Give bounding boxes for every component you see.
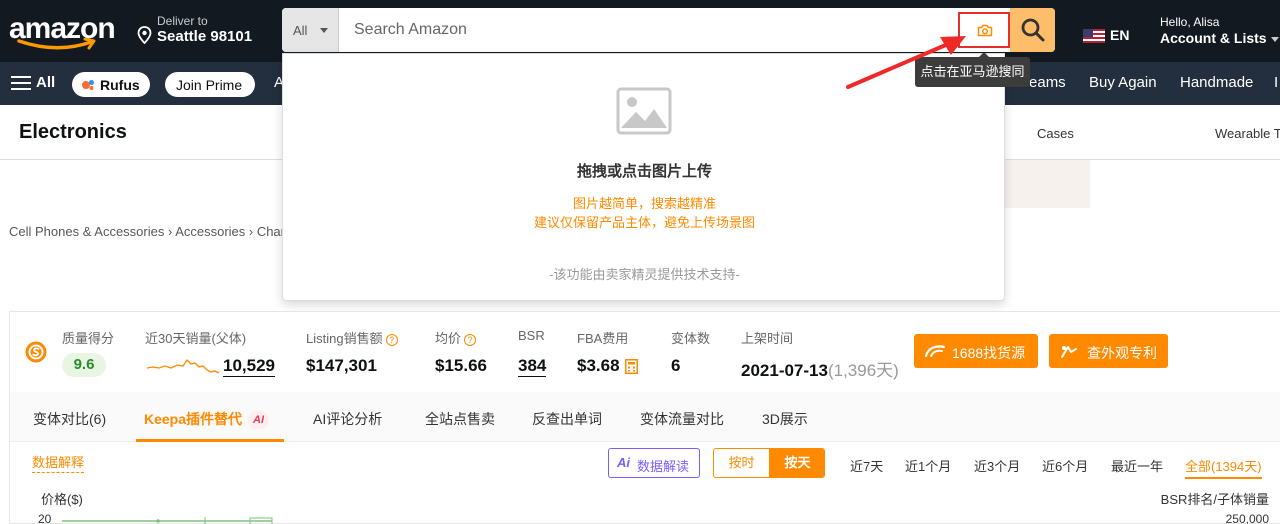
- search-bar: All: [282, 8, 1055, 52]
- rufus-button[interactable]: Rufus: [72, 72, 150, 97]
- camera-tooltip: 点击在亚马逊搜同款: [915, 52, 1030, 109]
- ad-banner: [1005, 160, 1090, 208]
- keepa-chart-peek: [62, 517, 273, 524]
- nav-item-partial-end[interactable]: I: [1274, 74, 1278, 91]
- search-icon: [1021, 18, 1045, 42]
- category-link-wearable[interactable]: Wearable T: [1215, 126, 1280, 141]
- caret-down-icon: [320, 28, 328, 33]
- image-upload-icon[interactable]: [616, 87, 672, 135]
- upload-title: 拖拽或点击图片上传: [576, 163, 712, 180]
- language-label: EN: [1110, 27, 1130, 43]
- join-prime-label: Join Prime: [176, 77, 243, 93]
- upload-credit: -该功能由卖家精灵提供技术支持-: [549, 267, 740, 282]
- account-lists: Account & Lists: [1160, 30, 1279, 46]
- search-input[interactable]: [340, 8, 940, 52]
- account-greeting: Hello, Alisa: [1160, 15, 1220, 29]
- rufus-icon: [82, 80, 94, 90]
- upload-hint-2: 建议仅保留产品主体，避免上传场景图: [533, 215, 755, 230]
- us-flag-icon: [1083, 29, 1105, 43]
- hamburger-icon: [11, 76, 31, 91]
- seller-stats-panel: 质量得分 9.6 近30天销量(父体) 10,529 Listing销售额? $…: [9, 311, 1280, 524]
- deliver-location: Seattle 98101: [157, 28, 253, 45]
- nav-item-buy-again[interactable]: Buy Again: [1089, 74, 1157, 91]
- account-menu[interactable]: Hello, Alisa Account & Lists: [1160, 15, 1279, 46]
- category-link-cases[interactable]: Cases: [1037, 126, 1074, 141]
- breadcrumb[interactable]: Cell Phones & Accessories › Accessories …: [9, 224, 285, 239]
- smile-arrow-icon: [17, 38, 96, 50]
- category-title[interactable]: Electronics: [19, 121, 127, 144]
- search-category-label: All: [293, 23, 308, 38]
- location-pin-icon: [137, 26, 152, 44]
- search-button[interactable]: [1010, 8, 1055, 52]
- image-search-dropdown[interactable]: 拖拽或点击图片上传 图片越简单，搜索越精准 建议仅保留产品主体，避免上传场景图 …: [282, 53, 1005, 301]
- account-lists-label: Account & Lists: [1160, 30, 1267, 46]
- rufus-label: Rufus: [100, 77, 140, 93]
- upload-hint-1: 图片越简单，搜索越精准: [572, 196, 716, 211]
- deliver-label: Deliver to: [157, 14, 208, 28]
- join-prime-button[interactable]: Join Prime: [165, 72, 255, 97]
- caret-down-icon: [1270, 36, 1279, 42]
- all-menu-label: All: [36, 74, 56, 91]
- nav-item-handmade[interactable]: Handmade: [1180, 74, 1253, 91]
- camera-icon[interactable]: [977, 24, 993, 37]
- amazon-logo[interactable]: amazon: [9, 10, 117, 54]
- camera-highlight-box: [958, 12, 1010, 48]
- search-category-select[interactable]: All: [282, 8, 339, 52]
